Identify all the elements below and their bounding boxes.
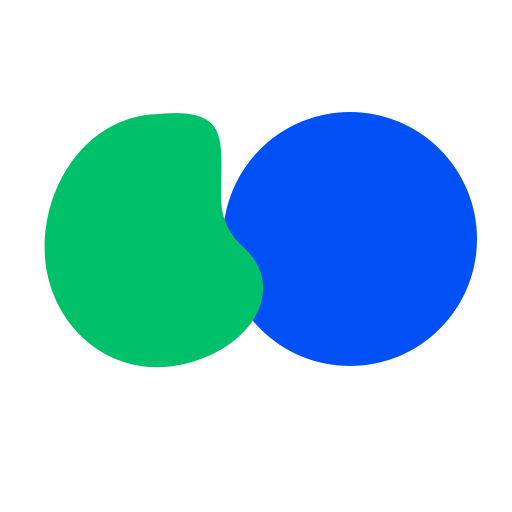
blue-circle-shape [223,112,477,366]
green-blob-shape [44,113,264,368]
logo-icon [44,112,477,368]
logo-canvas [0,0,512,512]
